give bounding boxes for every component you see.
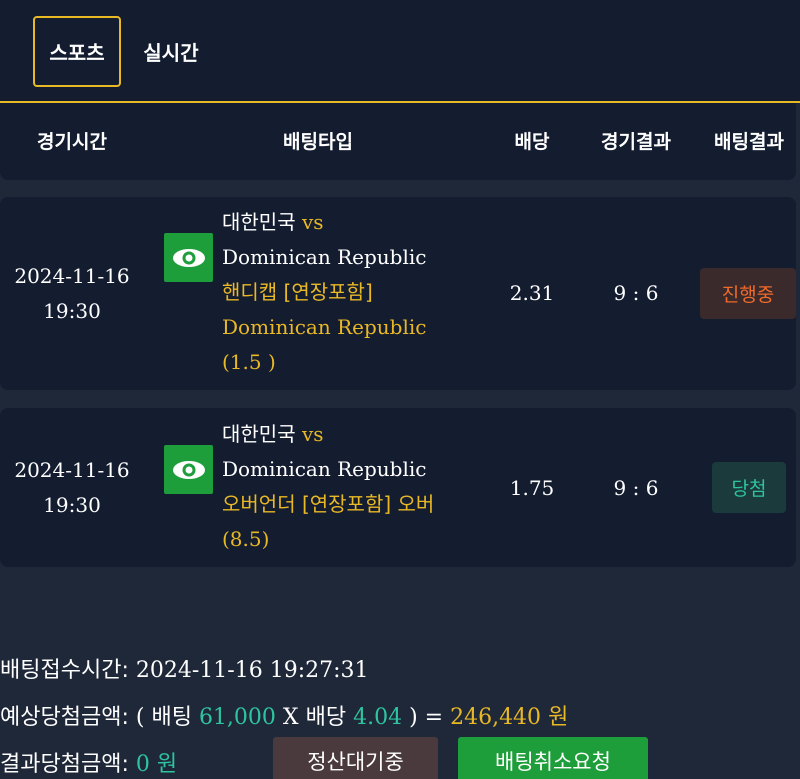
column-header-bet-type: 배팅타입 [283, 131, 353, 153]
bet-card: 2024-11-16 19:30 대한민국 vs Dominican Repub… [0, 197, 796, 390]
received-time-line: 배팅접수시간: 2024-11-16 19:27:31 [0, 652, 369, 684]
view-match-button[interactable] [164, 445, 213, 494]
vs-label: vs [301, 210, 324, 234]
match-date: 2024-11-16 [14, 264, 130, 288]
cancel-bet-button[interactable]: 배팅취소요청 [458, 737, 648, 779]
total-odds: 4.04 [353, 705, 403, 730]
match-datetime: 2024-11-16 19:30 [14, 259, 129, 329]
table-header: 경기시간 배팅타입 배당 경기결과 배팅결과 [0, 103, 796, 180]
bet-card: 2024-11-16 19:30 대한민국 vs Dominican Repub… [0, 408, 796, 567]
column-header-time: 경기시간 [37, 131, 107, 153]
times-sign: X [282, 705, 299, 730]
bet-details: 대한민국 vs Dominican Republic 오버언더 [연장포함] 오… [222, 417, 434, 557]
bet-line: (8.5) [222, 527, 270, 551]
result-win-amount: 0 [135, 752, 150, 777]
tab-live[interactable]: 실시간 [130, 16, 212, 87]
game-score: 9 : 6 [613, 281, 659, 305]
received-time-value: 2024-11-16 19:27:31 [135, 658, 369, 683]
expected-win-currency: 원 [548, 705, 569, 730]
expected-win-line: 예상당첨금액: ( 배팅 61,000 X 배당 4.04 ) = 246,44… [0, 699, 568, 731]
vs-label: vs [301, 422, 324, 446]
eye-icon [172, 460, 205, 479]
received-time-label: 배팅접수시간: [0, 658, 129, 683]
match-time: 19:30 [43, 299, 101, 323]
status-badge: 진행중 [700, 268, 796, 319]
bet-details: 대한민국 vs Dominican Republic 핸디캡 [연장포함] Do… [222, 205, 426, 380]
tab-sports[interactable]: 스포츠 [33, 16, 121, 87]
result-win-label: 결과당첨금액: [0, 752, 129, 777]
settle-pending-button[interactable]: 정산대기중 [273, 737, 438, 779]
total-odds-label: 배당 [305, 705, 347, 730]
match-time: 19:30 [43, 493, 101, 517]
bet-line: (1.5 ) [222, 350, 276, 374]
match-date: 2024-11-16 [14, 458, 130, 482]
bet-pick: Dominican Republic [222, 315, 427, 339]
result-win-currency: 원 [156, 752, 178, 777]
open-paren: ( [135, 705, 145, 730]
view-match-button[interactable] [164, 233, 213, 282]
top-tab-bar: 스포츠 실시간 [0, 0, 800, 103]
bet-amount-label: 배팅 [151, 705, 192, 730]
status-badge: 당첨 [712, 462, 786, 513]
result-win-line: 결과당첨금액: 0 원 [0, 746, 177, 778]
match-datetime: 2024-11-16 19:30 [14, 453, 129, 523]
expected-win-amount: 246,440 [450, 705, 542, 730]
bet-amount: 61,000 [198, 705, 276, 730]
bet-market: 오버언더 [연장포함] 오버 [222, 492, 435, 516]
close-equals: ) = [409, 705, 444, 730]
team-home: 대한민국 [222, 210, 296, 234]
team-away: Dominican Republic [222, 457, 427, 481]
bet-odds: 1.75 [509, 476, 555, 500]
team-home: 대한민국 [222, 422, 296, 446]
bet-odds: 2.31 [509, 281, 555, 305]
expected-win-label: 예상당첨금액: [0, 705, 129, 730]
game-score: 9 : 6 [613, 476, 659, 500]
column-header-bet-result: 배팅결과 [714, 131, 784, 153]
column-header-odds: 배당 [514, 131, 550, 153]
team-away: Dominican Republic [222, 245, 427, 269]
eye-icon [172, 248, 205, 267]
column-header-game-result: 경기결과 [601, 131, 671, 153]
bet-market: 핸디캡 [연장포함] [222, 280, 373, 304]
